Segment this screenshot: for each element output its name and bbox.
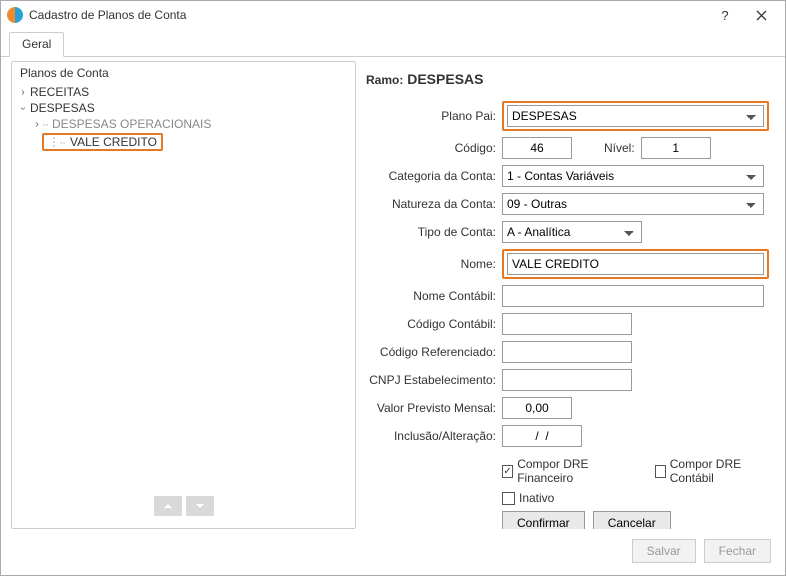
checkbox-row-2: Inativo (502, 491, 769, 505)
label-codigo-contabil: Código Contábil: (366, 317, 502, 331)
categoria-select[interactable]: 1 - Contas Variáveis (502, 165, 764, 187)
tree-label: VALE CREDITO (70, 135, 157, 149)
row-inclusao: Inclusão/Alteração: (366, 425, 769, 447)
tab-geral[interactable]: Geral (9, 32, 64, 57)
checkbox-label: Inativo (519, 491, 554, 505)
chevron-right-icon: › (32, 119, 42, 130)
fechar-button[interactable]: Fechar (704, 539, 771, 563)
accounts-tree: › RECEITAS › DESPESAS › ·· DESPESAS OPER… (18, 84, 349, 490)
label-tipo: Tipo de Conta: (366, 225, 502, 239)
tree-connector-icon: ⋮·· (48, 135, 65, 149)
row-cnpj: CNPJ Estabelecimento: (366, 369, 769, 391)
nome-input[interactable] (507, 253, 764, 275)
row-codigo-nivel: Código: Nível: (366, 137, 769, 159)
form-action-buttons: Confirmar Cancelar (502, 511, 769, 529)
checkbox-dre-contabil[interactable]: Compor DRE Contábil (655, 457, 769, 485)
highlighted-field-plano-pai: DESPESAS (502, 101, 769, 131)
highlighted-field-nome (502, 249, 769, 279)
tree-connector-icon: ·· (42, 117, 48, 131)
label-natureza: Natureza da Conta: (366, 197, 502, 211)
codigo-contabil-input[interactable] (502, 313, 632, 335)
label-categoria: Categoria da Conta: (366, 169, 502, 183)
row-plano-pai: Plano Pai: DESPESAS (366, 101, 769, 131)
tree-panel: Planos de Conta › RECEITAS › DESPESAS › … (11, 61, 356, 529)
content-area: Planos de Conta › RECEITAS › DESPESAS › … (1, 57, 785, 529)
close-button[interactable] (743, 3, 779, 27)
label-nivel: Nível: (604, 141, 641, 155)
tree-title: Planos de Conta (20, 66, 349, 80)
dialog-footer: Salvar Fechar (1, 529, 785, 575)
tree-item-receitas[interactable]: › RECEITAS (18, 84, 349, 100)
checkbox-label: Compor DRE Financeiro (517, 457, 626, 485)
ramo-label: Ramo: (366, 73, 403, 87)
nome-contabil-input[interactable] (502, 285, 764, 307)
label-inclusao: Inclusão/Alteração: (366, 429, 502, 443)
tree-reorder-controls (18, 490, 349, 524)
ramo-value: DESPESAS (407, 71, 483, 87)
label-codigo: Código: (366, 141, 502, 155)
checkbox-dre-financeiro[interactable]: ✓ Compor DRE Financeiro (502, 457, 627, 485)
window-cadastro-planos: Cadastro de Planos de Conta ? Geral Plan… (0, 0, 786, 576)
label-nome: Nome: (366, 257, 502, 271)
checkbox-label: Compor DRE Contábil (670, 457, 769, 485)
checkbox-unchecked-icon (502, 492, 515, 505)
tree-label: DESPESAS OPERACIONAIS (52, 117, 211, 131)
tree-label: DESPESAS (30, 101, 95, 115)
label-nome-contabil: Nome Contábil: (366, 289, 502, 303)
window-title: Cadastro de Planos de Conta (29, 8, 707, 22)
tree-item-despesas[interactable]: › DESPESAS (18, 100, 349, 116)
salvar-button[interactable]: Salvar (632, 539, 696, 563)
row-natureza: Natureza da Conta: 09 - Outras (366, 193, 769, 215)
move-up-button[interactable] (154, 496, 182, 516)
tabstrip: Geral (1, 31, 785, 57)
chevron-right-icon: › (18, 87, 28, 98)
label-cnpj: CNPJ Estabelecimento: (366, 373, 502, 387)
ramo-heading: Ramo: DESPESAS (366, 71, 769, 87)
chevron-down-icon: › (18, 103, 29, 113)
checkbox-row-1: ✓ Compor DRE Financeiro Compor DRE Contá… (502, 457, 769, 485)
row-categoria: Categoria da Conta: 1 - Contas Variáveis (366, 165, 769, 187)
label-valor-prev: Valor Previsto Mensal: (366, 401, 502, 415)
chevron-up-icon (162, 500, 174, 512)
checkbox-checked-icon: ✓ (502, 465, 513, 478)
help-button[interactable]: ? (707, 3, 743, 27)
row-nome-contabil: Nome Contábil: (366, 285, 769, 307)
plano-pai-select[interactable]: DESPESAS (507, 105, 764, 127)
row-codigo-contabil: Código Contábil: (366, 313, 769, 335)
confirmar-button[interactable]: Confirmar (502, 511, 585, 529)
label-codigo-ref: Código Referenciado: (366, 345, 502, 359)
titlebar: Cadastro de Planos de Conta ? (1, 1, 785, 29)
label-plano-pai: Plano Pai: (366, 109, 502, 123)
tree-item-despesas-operacionais[interactable]: › ·· DESPESAS OPERACIONAIS (18, 116, 349, 132)
row-codigo-ref: Código Referenciado: (366, 341, 769, 363)
checkbox-unchecked-icon (655, 465, 666, 478)
row-valor-prev: Valor Previsto Mensal: (366, 397, 769, 419)
tipo-select[interactable]: A - Analítica (502, 221, 642, 243)
chevron-down-icon (194, 500, 206, 512)
cnpj-input[interactable] (502, 369, 632, 391)
tree-label: RECEITAS (30, 85, 89, 99)
inclusao-input[interactable] (502, 425, 582, 447)
valor-prev-input[interactable] (502, 397, 572, 419)
row-tipo: Tipo de Conta: A - Analítica (366, 221, 769, 243)
codigo-input[interactable] (502, 137, 572, 159)
codigo-ref-input[interactable] (502, 341, 632, 363)
row-nome: Nome: (366, 249, 769, 279)
nivel-input[interactable] (641, 137, 711, 159)
move-down-button[interactable] (186, 496, 214, 516)
app-icon (7, 7, 23, 23)
cancelar-button[interactable]: Cancelar (593, 511, 671, 529)
checkbox-inativo[interactable]: Inativo (502, 491, 554, 505)
close-icon (756, 10, 767, 21)
tree-item-vale-credito[interactable]: ⋮·· VALE CREDITO (42, 133, 163, 151)
natureza-select[interactable]: 09 - Outras (502, 193, 764, 215)
account-form: Ramo: DESPESAS Plano Pai: DESPESAS Códig… (360, 61, 775, 529)
